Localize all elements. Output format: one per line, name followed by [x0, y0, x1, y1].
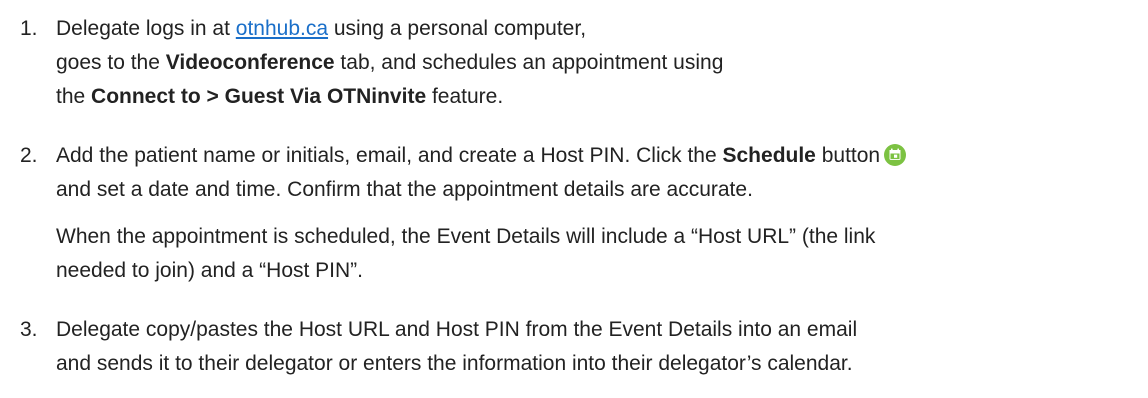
step-3: 3. Delegate copy/pastes the Host URL and…: [20, 313, 1140, 381]
step-body: Add the patient name or initials, email,…: [56, 139, 1140, 288]
step-line: and set a date and time. Confirm that th…: [56, 178, 753, 201]
step-body: Delegate logs in at otnhub.ca using a pe…: [56, 12, 1140, 114]
text: button: [815, 144, 881, 167]
step-line: and sends it to their delegator or enter…: [56, 352, 853, 375]
step-number: 1.: [20, 17, 38, 40]
step-2: 2. Add the patient name or initials, ema…: [20, 139, 1140, 288]
step-line: goes to the Videoconference tab, and sch…: [56, 46, 1140, 80]
step-number: 3.: [20, 318, 38, 341]
step-line: needed to join) and a “Host PIN”.: [56, 259, 364, 282]
instructions-document: 1. Delegate logs in at otnhub.ca using a…: [0, 0, 1148, 398]
text: using a personal computer,: [328, 17, 587, 40]
step-body: Delegate copy/pastes the Host URL and Ho…: [56, 313, 1140, 381]
otnhub-link[interactable]: otnhub.ca: [236, 17, 328, 40]
step-1: 1. Delegate logs in at otnhub.ca using a…: [20, 12, 1140, 114]
text: Add the patient name or initials, email,…: [56, 144, 723, 167]
calendar-icon: [884, 144, 907, 166]
step-line: Delegate copy/pastes the Host URL and Ho…: [56, 318, 858, 341]
step-line: Delegate logs in at otnhub.ca using a pe…: [56, 12, 1140, 46]
step-line: When the appointment is scheduled, the E…: [56, 225, 876, 248]
text: feature.: [426, 85, 504, 108]
step-line: the Connect to > Guest Via OTNinvite fea…: [56, 80, 1140, 114]
text: goes to the: [56, 51, 166, 74]
bold-text: Schedule: [722, 144, 816, 167]
text: the: [56, 85, 92, 108]
text: tab, and schedules an appointment using: [334, 51, 724, 74]
bold-text: Connect to > Guest Via OTNinvite: [91, 85, 427, 108]
step-number: 2.: [20, 144, 38, 167]
bold-text: Videoconference: [165, 51, 335, 74]
text: Delegate logs in at: [56, 17, 236, 40]
step-line: Add the patient name or initials, email,…: [56, 139, 1140, 173]
